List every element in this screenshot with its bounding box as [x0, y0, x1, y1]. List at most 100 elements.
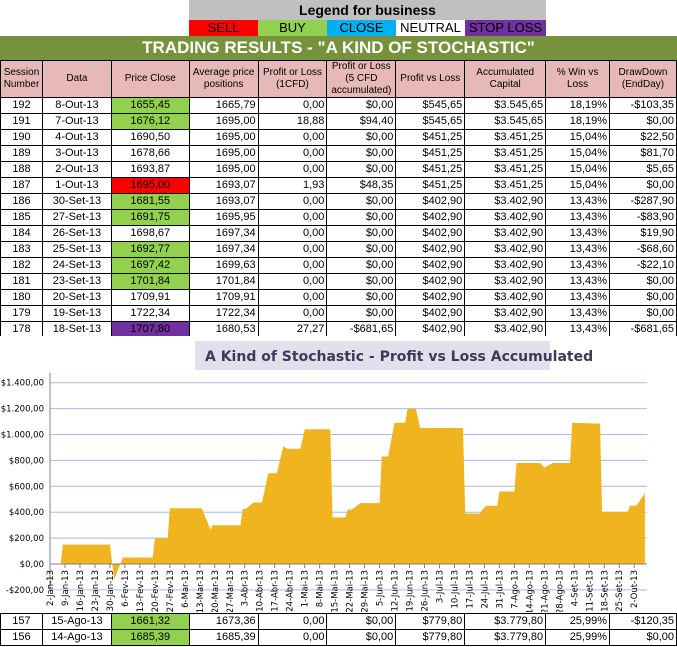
- cell-price-close[interactable]: 1655,45: [110, 97, 190, 114]
- cell-profit-or-loss-5-cfd-accumulated[interactable]: $0,00: [326, 129, 397, 146]
- cell-session-number[interactable]: 182: [0, 257, 43, 274]
- cell-drawdown-endday[interactable]: $0,00: [609, 289, 677, 306]
- cell-drawdown-endday[interactable]: -$120,35: [609, 613, 677, 630]
- cell-accumulated-capital[interactable]: $3.402,90: [464, 241, 547, 258]
- cell-drawdown-endday[interactable]: -$287,90: [609, 193, 677, 210]
- cell-data[interactable]: 3-Out-13: [41, 145, 112, 162]
- cell--win-vs-loss[interactable]: 18,19%: [545, 97, 611, 114]
- column-header[interactable]: % Win vs Loss: [545, 60, 611, 98]
- cell-average-price-positions[interactable]: 1701,84: [188, 273, 259, 290]
- cell-data[interactable]: 24-Set-13: [41, 257, 112, 274]
- cell-profit-or-loss-1cfd[interactable]: 18,88: [257, 113, 328, 130]
- cell-session-number[interactable]: 187: [0, 177, 43, 194]
- cell-profit-or-loss-5-cfd-accumulated[interactable]: $0,00: [326, 305, 397, 322]
- cell-profit-or-loss-5-cfd-accumulated[interactable]: $0,00: [326, 257, 397, 274]
- cell--win-vs-loss[interactable]: 13,43%: [545, 257, 611, 274]
- cell-accumulated-capital[interactable]: $3.451,25: [464, 177, 547, 194]
- cell-profit-or-loss-1cfd[interactable]: 0,00: [257, 161, 328, 178]
- cell-session-number[interactable]: 186: [0, 193, 43, 210]
- cell-accumulated-capital[interactable]: $3.402,90: [464, 289, 547, 306]
- cell-profit-vs-loss[interactable]: $402,90: [395, 241, 466, 258]
- cell-drawdown-endday[interactable]: -$83,90: [609, 209, 677, 226]
- cell-profit-vs-loss[interactable]: $779,80: [395, 629, 466, 646]
- cell-profit-or-loss-5-cfd-accumulated[interactable]: $0,00: [326, 225, 397, 242]
- cell-session-number[interactable]: 185: [0, 209, 43, 226]
- cell--win-vs-loss[interactable]: 25,99%: [545, 613, 610, 630]
- cell-price-close[interactable]: 1685,39: [110, 629, 190, 646]
- cell-profit-or-loss-1cfd[interactable]: 0,00: [257, 257, 328, 274]
- cell-price-close[interactable]: 1661,32: [110, 613, 190, 630]
- cell-accumulated-capital[interactable]: $3.545,65: [464, 97, 547, 114]
- cell-price-close[interactable]: 1692,77: [110, 241, 190, 258]
- cell-drawdown-endday[interactable]: $0,00: [609, 629, 677, 646]
- cell--win-vs-loss[interactable]: 13,43%: [545, 241, 611, 258]
- cell-accumulated-capital[interactable]: $3.402,90: [464, 209, 547, 226]
- cell-data[interactable]: 7-Out-13: [41, 113, 112, 130]
- cell-price-close[interactable]: 1676,12: [110, 113, 190, 130]
- cell-data[interactable]: 1-Out-13: [41, 177, 112, 194]
- cell-session-number[interactable]: 179: [0, 305, 43, 322]
- cell-price-close[interactable]: 1701,84: [110, 273, 190, 290]
- cell-profit-or-loss-1cfd[interactable]: 0,00: [257, 145, 328, 162]
- cell-average-price-positions[interactable]: 1673,36: [188, 613, 259, 630]
- cell-price-close[interactable]: 1693,87: [110, 161, 190, 178]
- cell-profit-or-loss-1cfd[interactable]: 0,00: [257, 629, 328, 646]
- cell-profit-vs-loss[interactable]: $451,25: [395, 129, 466, 146]
- cell-profit-vs-loss[interactable]: $451,25: [395, 161, 466, 178]
- cell-profit-or-loss-5-cfd-accumulated[interactable]: $0,00: [326, 97, 397, 114]
- cell-profit-or-loss-5-cfd-accumulated[interactable]: $0,00: [326, 289, 397, 306]
- cell-profit-vs-loss[interactable]: $402,90: [395, 273, 466, 290]
- cell-accumulated-capital[interactable]: $3.402,90: [464, 273, 547, 290]
- cell-profit-or-loss-1cfd[interactable]: 0,00: [257, 613, 328, 630]
- cell-profit-vs-loss[interactable]: $779,80: [395, 613, 466, 630]
- cell-price-close[interactable]: 1722,34: [110, 305, 190, 322]
- cell-accumulated-capital[interactable]: $3.402,90: [464, 193, 547, 210]
- cell-data[interactable]: 8-Out-13: [41, 97, 112, 114]
- cell--win-vs-loss[interactable]: 13,43%: [545, 225, 611, 242]
- cell--win-vs-loss[interactable]: 15,04%: [545, 161, 611, 178]
- cell-profit-or-loss-1cfd[interactable]: 0,00: [257, 97, 328, 114]
- cell-price-close[interactable]: 1709,91: [110, 289, 190, 306]
- cell-profit-or-loss-5-cfd-accumulated[interactable]: $0,00: [326, 209, 397, 226]
- cell-session-number[interactable]: 191: [0, 113, 43, 130]
- cell-accumulated-capital[interactable]: $3.451,25: [464, 145, 547, 162]
- column-header[interactable]: Session Number: [0, 60, 43, 98]
- cell-session-number[interactable]: 157: [0, 613, 43, 630]
- cell-profit-or-loss-1cfd[interactable]: 0,00: [257, 305, 328, 322]
- cell-profit-or-loss-1cfd[interactable]: 0,00: [257, 225, 328, 242]
- cell-profit-or-loss-5-cfd-accumulated[interactable]: $0,00: [326, 629, 397, 646]
- cell-average-price-positions[interactable]: 1685,39: [188, 629, 259, 646]
- cell-average-price-positions[interactable]: 1697,34: [188, 241, 259, 258]
- cell-data[interactable]: 23-Set-13: [41, 273, 112, 290]
- cell-profit-vs-loss[interactable]: $402,90: [395, 225, 466, 242]
- cell-drawdown-endday[interactable]: $19,90: [609, 225, 677, 242]
- cell-price-close[interactable]: 1695,00: [110, 177, 190, 194]
- cell-profit-vs-loss[interactable]: $402,90: [395, 193, 466, 210]
- cell-profit-or-loss-5-cfd-accumulated[interactable]: $48,35: [326, 177, 397, 194]
- column-header[interactable]: Data: [41, 60, 112, 98]
- cell-session-number[interactable]: 188: [0, 161, 43, 178]
- cell-drawdown-endday[interactable]: $0,00: [609, 273, 677, 290]
- cell-session-number[interactable]: 192: [0, 97, 43, 114]
- cell-average-price-positions[interactable]: 1695,00: [188, 113, 259, 130]
- cell--win-vs-loss[interactable]: 15,04%: [545, 145, 611, 162]
- cell-drawdown-endday[interactable]: -$68,60: [609, 241, 677, 258]
- cell-price-close[interactable]: 1678,66: [110, 145, 190, 162]
- cell-drawdown-endday[interactable]: -$22,10: [609, 257, 677, 274]
- cell-accumulated-capital[interactable]: $3.402,90: [464, 257, 547, 274]
- cell-price-close[interactable]: 1697,42: [110, 257, 190, 274]
- cell-average-price-positions[interactable]: 1709,91: [188, 289, 259, 306]
- cell-session-number[interactable]: 180: [0, 289, 43, 306]
- cell-session-number[interactable]: 183: [0, 241, 43, 258]
- cell-price-close[interactable]: 1681,55: [110, 193, 190, 210]
- cell-accumulated-capital[interactable]: $3.779,80: [464, 629, 547, 646]
- cell-drawdown-endday[interactable]: $0,00: [609, 305, 677, 322]
- cell--win-vs-loss[interactable]: 25,99%: [545, 629, 610, 646]
- cell-data[interactable]: 20-Set-13: [41, 289, 112, 306]
- cell--win-vs-loss[interactable]: 13,43%: [545, 305, 611, 322]
- cell-profit-or-loss-1cfd[interactable]: 0,00: [257, 273, 328, 290]
- column-header[interactable]: Average price positions: [188, 60, 259, 98]
- cell--win-vs-loss[interactable]: 18,19%: [545, 113, 611, 130]
- cell-price-close[interactable]: 1690,50: [110, 129, 190, 146]
- cell-average-price-positions[interactable]: 1695,00: [188, 129, 259, 146]
